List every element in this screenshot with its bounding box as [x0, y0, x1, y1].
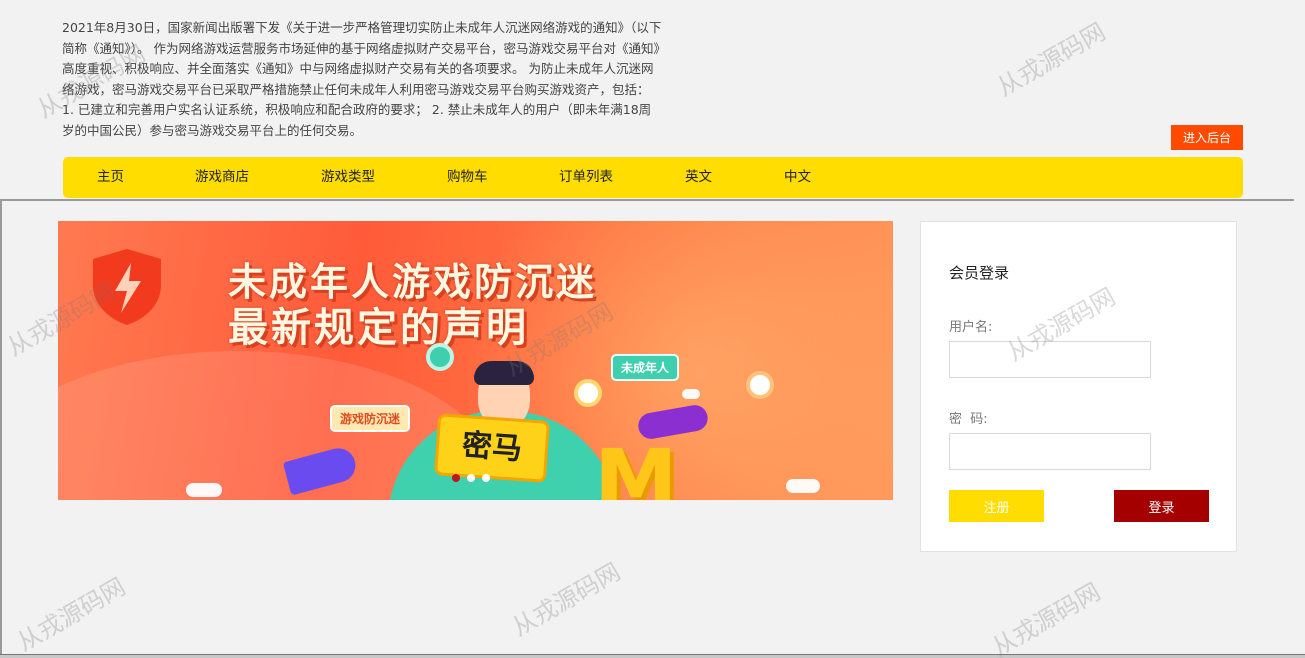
nav-item-home[interactable]: 主页	[97, 157, 124, 198]
carousel-dot-3[interactable]	[482, 474, 490, 482]
nav-item-chinese[interactable]: 中文	[784, 157, 811, 198]
banner-title-line2: 最新规定的声明	[228, 305, 529, 351]
minor-protection-notice: 2021年8月30日，国家新闻出版署下发《关于进一步严格管理切实防止未成年人沉迷…	[62, 20, 662, 138]
cloud-decoration	[786, 479, 820, 493]
admin-entry-button[interactable]: 进入后台	[1171, 125, 1243, 150]
login-title: 会员登录	[949, 264, 1010, 282]
shield-badge-icon	[426, 343, 454, 371]
carousel-dots	[452, 474, 490, 482]
register-button[interactable]: 注册	[949, 490, 1044, 522]
nav-item-game-types[interactable]: 游戏类型	[321, 157, 375, 198]
login-button[interactable]: 登录	[1114, 490, 1209, 522]
content-frame-top-border	[0, 199, 1294, 201]
cloud-decoration	[186, 483, 222, 497]
carousel-dot-1[interactable]	[452, 474, 460, 482]
anti-addiction-banner[interactable]: 未成年人游戏防沉迷 最新规定的声明 未成年人 游戏防沉迷 密马 M	[58, 221, 893, 500]
character-hair	[474, 361, 534, 385]
member-login-panel: 会员登录 用户名: 密 码: 注册 登录	[920, 221, 1237, 552]
nav-item-english[interactable]: 英文	[685, 157, 712, 198]
anti-addiction-tag: 游戏防沉迷	[330, 405, 411, 432]
main-nav: 主页 游戏商店 游戏类型 购物车 订单列表 英文 中文	[63, 157, 1243, 198]
minor-tag: 未成年人	[611, 354, 680, 381]
username-label: 用户名:	[949, 320, 993, 335]
content-frame-left-border	[0, 199, 2, 658]
nav-item-cart[interactable]: 购物车	[447, 157, 488, 198]
watermark: 从戎源码网	[507, 557, 626, 642]
cloud-decoration	[682, 389, 700, 399]
shield-lightning-icon	[93, 249, 161, 325]
watermark: 从戎源码网	[12, 572, 131, 657]
username-input[interactable]	[949, 341, 1151, 378]
watermark: 从戎源码网	[992, 17, 1111, 102]
coin-icon	[746, 371, 774, 399]
watermark: 从戎源码网	[987, 577, 1106, 658]
mima-logo-letter: M	[594, 431, 678, 500]
carousel-dot-2[interactable]	[467, 474, 475, 482]
password-label: 密 码:	[949, 412, 988, 427]
window-bottom-edge	[0, 654, 1305, 658]
nav-item-game-store[interactable]: 游戏商店	[195, 157, 249, 198]
password-input[interactable]	[949, 433, 1151, 470]
coin-icon	[574, 379, 602, 407]
nav-item-orders[interactable]: 订单列表	[559, 157, 613, 198]
mima-sign: 密马	[433, 413, 551, 483]
